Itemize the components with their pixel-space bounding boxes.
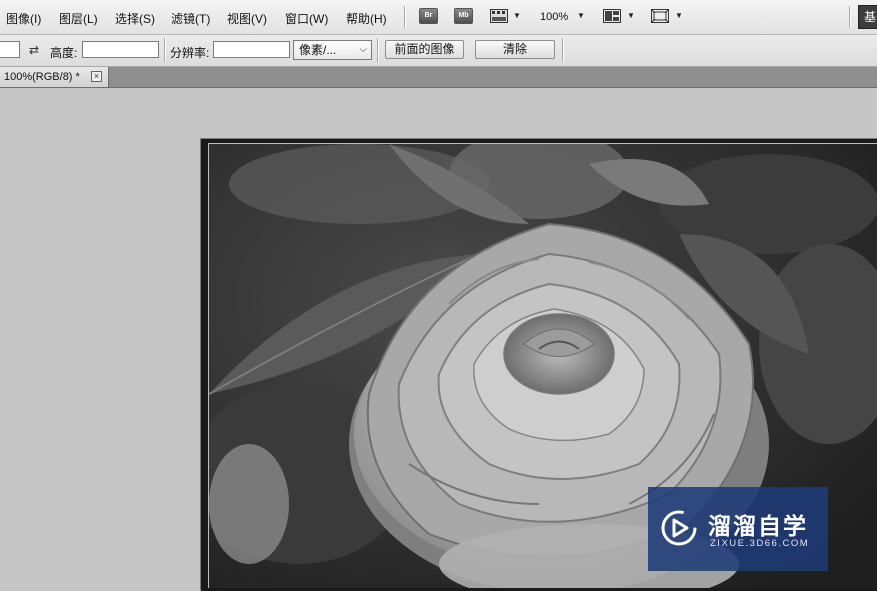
resolution-unit-value: 像素/... <box>299 43 337 57</box>
arrange-chevron-down-icon[interactable]: ▼ <box>627 11 635 20</box>
document-tab-strip: 100%(RGB/8) * × <box>0 67 877 88</box>
menu-filter[interactable]: 滤镜(T) <box>171 10 210 27</box>
watermark-url: ZIXUE.3D66.COM <box>710 538 810 549</box>
document-tab[interactable]: 100%(RGB/8) * × <box>0 67 109 87</box>
width-field[interactable] <box>0 41 20 58</box>
clear-button[interactable]: 清除 <box>475 40 555 59</box>
resolution-label: 分辨率: <box>170 46 210 60</box>
view-extras-chevron-down-icon[interactable]: ▼ <box>513 11 521 20</box>
menu-bar: 图像(I) 图层(L) 选择(S) 滤镜(T) 视图(V) 窗口(W) 帮助(H… <box>0 0 877 35</box>
menu-select[interactable]: 选择(S) <box>115 10 155 27</box>
workspace-button[interactable]: 基 <box>858 5 877 29</box>
watermark: 溜溜自学 ZIXUE.3D66.COM <box>648 487 828 571</box>
document-tab-label: 100%(RGB/8) * <box>4 71 80 83</box>
resolution-field[interactable] <box>213 41 290 58</box>
view-extras-icon[interactable] <box>490 9 508 23</box>
arrange-documents-icon[interactable] <box>603 9 621 23</box>
options-separator <box>562 38 563 62</box>
options-bar: ⇄ 高度: 分辨率: 像素/... ⌵ 前面的图像 清除 <box>0 35 877 67</box>
menu-help[interactable]: 帮助(H) <box>346 10 387 27</box>
watermark-title: 溜溜自学 <box>708 514 808 540</box>
menu-window[interactable]: 窗口(W) <box>285 10 328 27</box>
resolution-unit-select[interactable]: 像素/... ⌵ <box>293 40 372 60</box>
options-separator <box>164 38 165 62</box>
bridge-icon[interactable]: Br <box>419 8 438 24</box>
menu-separator <box>404 6 405 28</box>
chevron-down-icon: ⌵ <box>359 44 367 55</box>
close-icon[interactable]: × <box>91 71 102 82</box>
play-logo-icon <box>660 509 698 547</box>
menu-image[interactable]: 图像(I) <box>6 10 41 27</box>
height-field[interactable] <box>82 41 159 58</box>
height-label: 高度: <box>50 46 78 60</box>
menu-view[interactable]: 视图(V) <box>227 10 267 27</box>
zoom-chevron-down-icon[interactable]: ▼ <box>577 11 585 20</box>
minibridge-icon[interactable]: Mb <box>454 8 473 24</box>
front-image-button[interactable]: 前面的图像 <box>385 40 464 59</box>
screen-mode-icon[interactable] <box>651 9 669 23</box>
menu-separator <box>849 6 850 28</box>
zoom-level[interactable]: 100% <box>540 11 568 23</box>
menu-layer[interactable]: 图层(L) <box>59 10 98 27</box>
screen-mode-chevron-down-icon[interactable]: ▼ <box>675 11 683 20</box>
swap-dimensions-icon[interactable]: ⇄ <box>29 43 39 57</box>
options-separator <box>377 38 378 62</box>
